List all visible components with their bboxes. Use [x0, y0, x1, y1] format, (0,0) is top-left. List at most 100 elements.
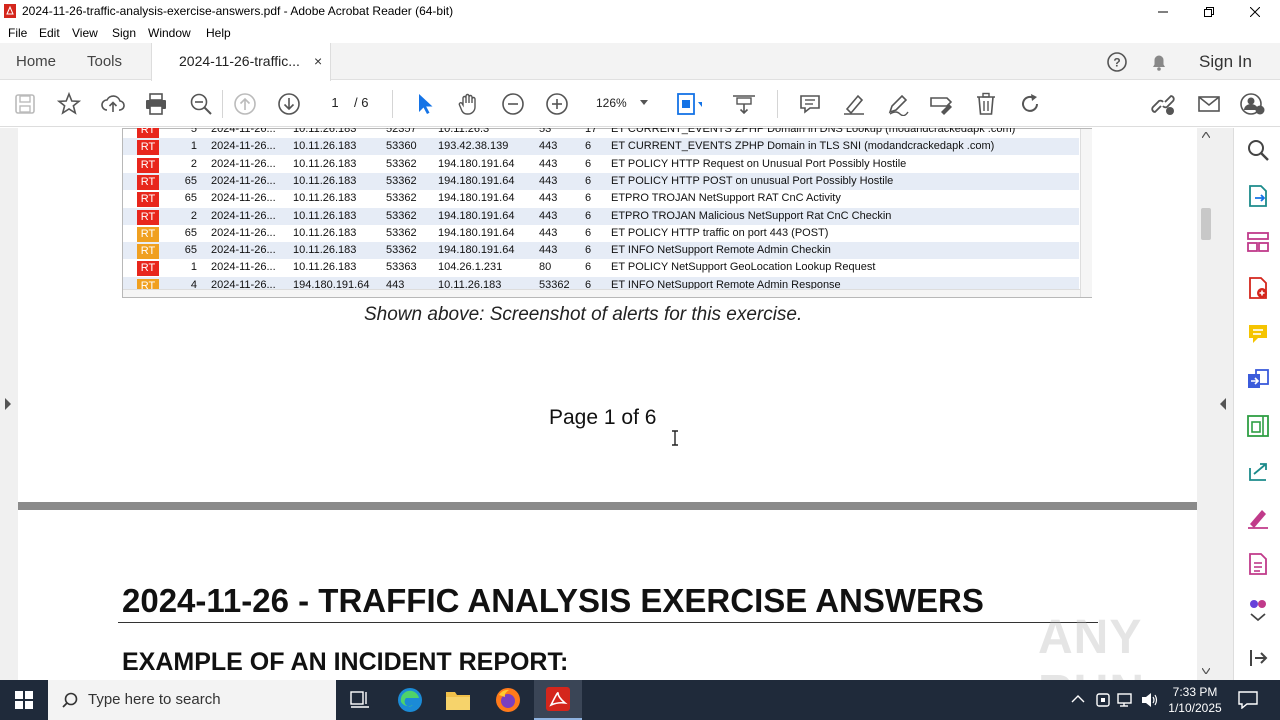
combine-files-icon[interactable]	[1246, 368, 1270, 392]
menu-window[interactable]: Window	[148, 26, 191, 40]
comment-tool-icon[interactable]	[1246, 322, 1270, 346]
menu-view[interactable]: View	[72, 26, 98, 40]
notification-bell-icon[interactable]	[1148, 51, 1170, 73]
security-shield-icon[interactable]	[1095, 691, 1111, 709]
alert-cell-count: 1	[190, 261, 197, 274]
alert-cell-msg: ET INFO NetSupport Remote Admin Checkin	[611, 244, 831, 257]
hand-tool-button[interactable]	[456, 91, 482, 117]
bookmark-star-button[interactable]	[56, 91, 82, 117]
zoom-search-button[interactable]	[188, 91, 214, 117]
sign-in-button[interactable]: Sign In	[1199, 43, 1252, 80]
page-footer-label: Page 1 of 6	[549, 406, 657, 429]
delete-button[interactable]	[973, 91, 999, 117]
taskbar-clock[interactable]: 7:33 PM 1/10/2025	[1160, 684, 1230, 716]
show-hidden-icons-chevron-icon[interactable]	[1071, 694, 1085, 704]
alert-cell-src: 10.11.26.183	[293, 128, 357, 135]
scroll-up-arrow-icon[interactable]	[1202, 132, 1210, 138]
page-separator	[18, 502, 1197, 510]
previous-page-button[interactable]	[232, 91, 258, 117]
zoom-level-dropdown[interactable]: 126%	[590, 93, 656, 113]
volume-icon[interactable]	[1141, 692, 1159, 708]
minimize-button[interactable]	[1140, 0, 1186, 23]
left-panel-toggle-icon[interactable]	[4, 398, 12, 410]
share-user-button[interactable]	[1240, 91, 1266, 117]
taskbar-file-explorer[interactable]	[434, 680, 482, 720]
alert-cell-proto: 6	[585, 244, 592, 257]
alert-cell-src: 10.11.26.183	[293, 192, 357, 205]
print-button[interactable]	[143, 91, 169, 117]
rotate-button[interactable]	[1017, 91, 1043, 117]
more-tools-icon[interactable]	[1246, 598, 1270, 622]
comment-button[interactable]	[797, 91, 823, 117]
email-button[interactable]	[1196, 91, 1222, 117]
close-tab-icon[interactable]: ×	[314, 43, 322, 80]
menu-edit[interactable]: Edit	[39, 26, 60, 40]
protect-pdf-icon[interactable]	[1246, 552, 1270, 576]
minus-circle-icon	[502, 93, 524, 115]
zoom-in-button[interactable]	[544, 91, 570, 117]
scroll-mode-button[interactable]	[731, 91, 757, 117]
restore-button[interactable]	[1186, 0, 1232, 23]
page-number-input[interactable]: 1	[322, 93, 348, 113]
tab-document[interactable]: 2024-11-26-traffic... ×	[151, 43, 331, 81]
alert-cell-proto: 6	[585, 174, 592, 187]
menu-help[interactable]: Help	[206, 26, 231, 40]
alert-severity-badge: RT	[137, 226, 159, 242]
heading-underline	[118, 622, 1098, 623]
clock-time: 7:33 PM	[1172, 685, 1218, 699]
taskbar-search-box[interactable]: Type here to search	[48, 680, 336, 720]
network-icon[interactable]	[1117, 692, 1135, 708]
alert-cell-src: 10.11.26.183	[293, 261, 357, 274]
highlight-button[interactable]	[841, 91, 867, 117]
alert-cell-msg: ET CURRENT_EVENTS ZPHP Domain in DNS Loo…	[611, 128, 1016, 135]
fill-and-sign-icon[interactable]	[1246, 506, 1270, 530]
alert-cell-dst: 104.26.1.231	[438, 261, 503, 274]
taskbar-edge[interactable]	[386, 680, 434, 720]
tab-document-label: 2024-11-26-traffic...	[179, 53, 300, 69]
action-center-icon[interactable]	[1238, 691, 1258, 709]
tab-home[interactable]: Home	[16, 43, 56, 80]
create-pdf-icon[interactable]	[1246, 276, 1270, 300]
taskbar-firefox[interactable]	[484, 680, 532, 720]
fill-sign-button[interactable]	[929, 91, 955, 117]
scrollbar-thumb[interactable]	[1201, 208, 1211, 240]
next-page-button[interactable]	[276, 91, 302, 117]
scroll-down-arrow-icon[interactable]	[1202, 668, 1210, 674]
clock-date: 1/10/2025	[1168, 701, 1222, 715]
restore-icon	[1204, 6, 1214, 17]
help-icon[interactable]: ?	[1106, 51, 1128, 73]
zoom-out-button[interactable]	[500, 91, 526, 117]
share-link-button[interactable]	[1151, 91, 1177, 117]
search-icon[interactable]	[1246, 138, 1270, 162]
save-button[interactable]	[12, 91, 38, 117]
task-view-button[interactable]	[336, 680, 384, 720]
document-scrollbar[interactable]	[1197, 128, 1215, 680]
alert-cell-dst: 10.11.26.3	[438, 128, 490, 135]
collapse-panel-icon[interactable]	[1246, 646, 1270, 670]
export-pdf-icon[interactable]	[1246, 184, 1270, 208]
tab-tools[interactable]: Tools	[87, 43, 122, 80]
start-button[interactable]	[0, 680, 48, 720]
envelope-icon	[1198, 96, 1220, 112]
close-window-button[interactable]	[1232, 0, 1278, 23]
document-viewport[interactable]: RT 4 2024-11-26... 194.180.191.64 443 10.11.2…	[0, 128, 1233, 680]
alert-cell-date: 2024-11-26...	[211, 157, 276, 170]
send-for-review-icon[interactable]	[1246, 460, 1270, 484]
alert-cell-src: 10.11.26.183	[293, 226, 357, 239]
right-panel-toggle-icon[interactable]	[1219, 398, 1227, 410]
select-tool-button[interactable]	[412, 91, 438, 117]
alert-severity-badge: RT	[137, 209, 159, 225]
alert-cell-dst: 194.180.191.64	[438, 226, 515, 239]
menu-file[interactable]: File	[8, 26, 27, 40]
edit-pdf-icon[interactable]	[1246, 414, 1270, 438]
taskbar-acrobat[interactable]	[534, 680, 582, 720]
alert-cell-date: 2024-11-26...	[211, 192, 276, 205]
alert-cell-proto: 6	[585, 209, 592, 222]
toolbar-separator	[777, 90, 778, 118]
organize-pages-icon[interactable]	[1246, 230, 1270, 254]
draw-button[interactable]	[885, 91, 911, 117]
fit-page-button[interactable]	[676, 91, 702, 117]
menu-sign[interactable]: Sign	[112, 26, 136, 40]
upload-button[interactable]	[100, 91, 126, 117]
alert-row: RT 65 2024-11-26... 10.11.26.183 53362 194.18…	[123, 172, 1079, 190]
